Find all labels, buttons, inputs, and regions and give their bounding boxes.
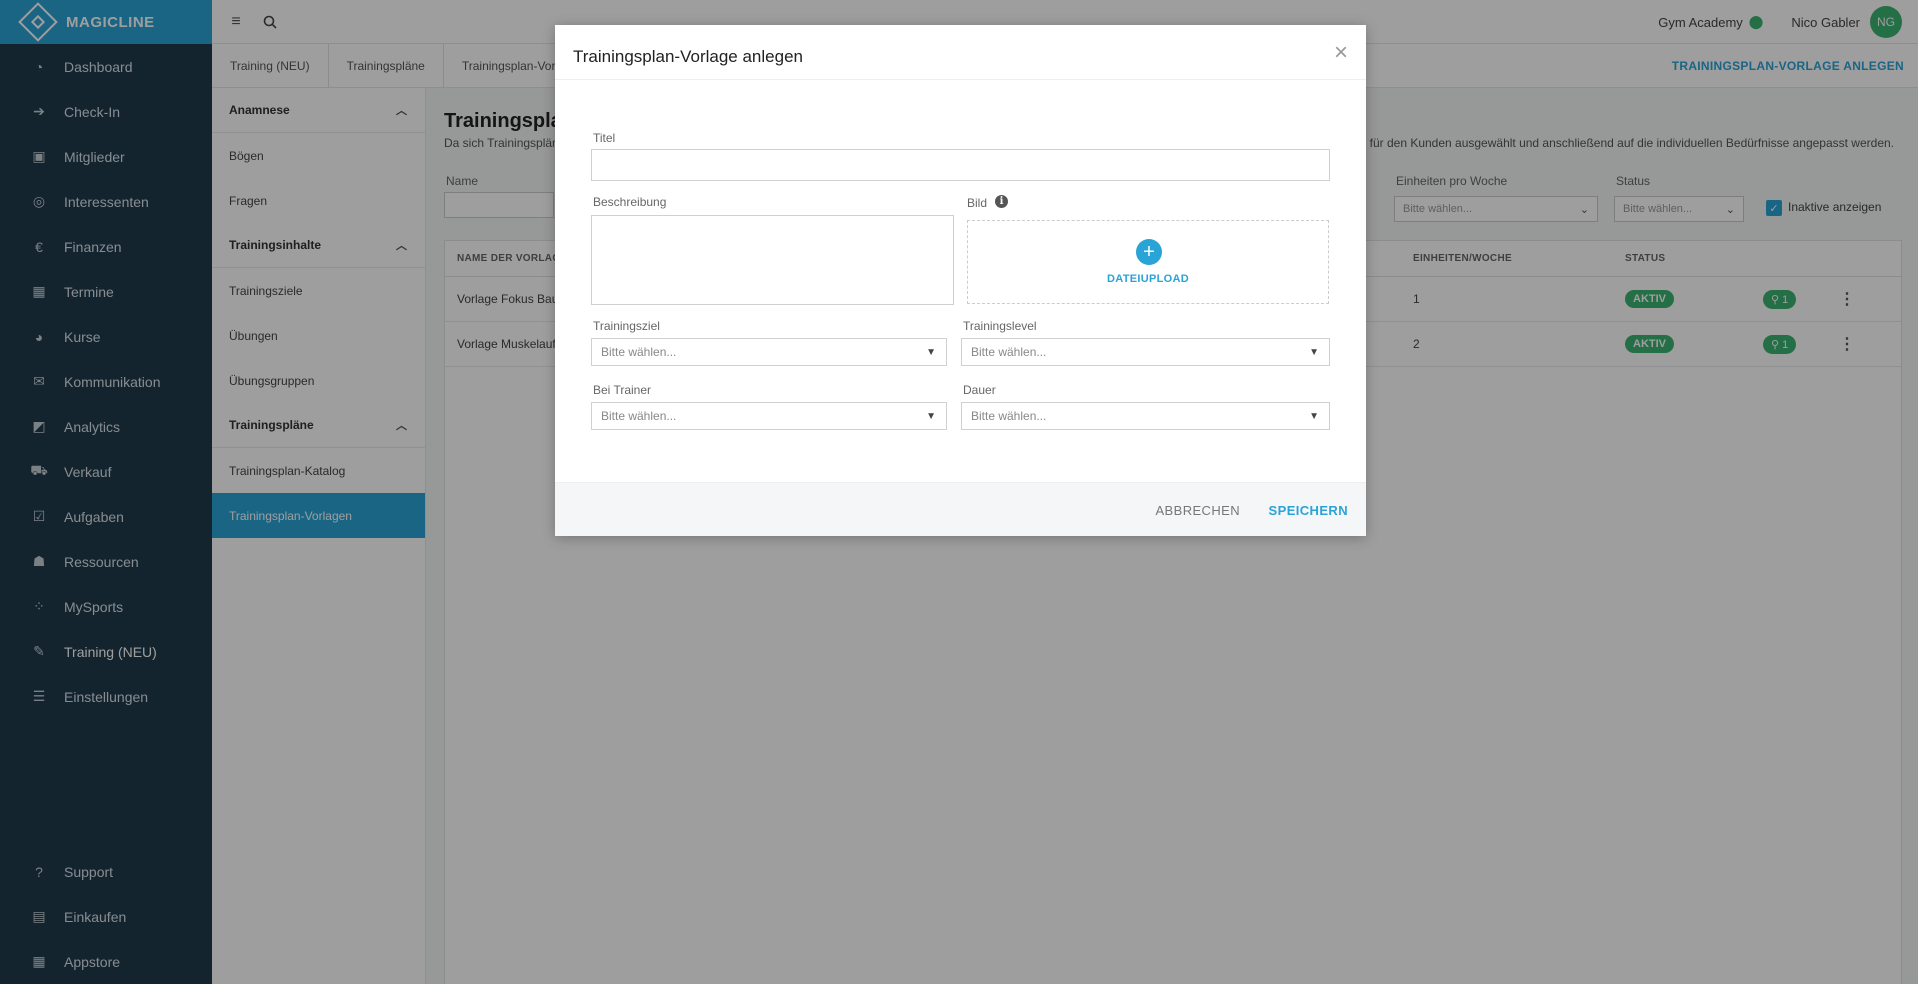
description-textarea[interactable] bbox=[591, 215, 954, 305]
trainer-placeholder: Bitte wählen... bbox=[601, 409, 677, 423]
goal-label: Trainingsziel bbox=[593, 319, 660, 333]
info-icon[interactable]: i bbox=[995, 195, 1008, 208]
trainer-select[interactable]: Bitte wählen... ▼ bbox=[591, 402, 947, 430]
image-dropzone[interactable]: + DATEIUPLOAD bbox=[967, 220, 1329, 304]
close-icon[interactable]: × bbox=[1334, 39, 1348, 67]
modal-header: Trainingsplan-Vorlage anlegen × bbox=[555, 25, 1366, 80]
trainer-label: Bei Trainer bbox=[593, 383, 652, 397]
description-label: Beschreibung bbox=[593, 195, 667, 209]
chevron-down-icon: ▼ bbox=[926, 410, 936, 422]
save-button[interactable]: SPEICHERN bbox=[1269, 503, 1348, 518]
chevron-down-icon: ▼ bbox=[926, 346, 936, 358]
goal-placeholder: Bitte wählen... bbox=[601, 345, 677, 359]
duration-label: Dauer bbox=[963, 383, 996, 397]
chevron-down-icon: ▼ bbox=[1309, 346, 1319, 358]
level-placeholder: Bitte wählen... bbox=[971, 345, 1047, 359]
duration-select[interactable]: Bitte wählen... ▼ bbox=[961, 402, 1330, 430]
goal-select[interactable]: Bitte wählen... ▼ bbox=[591, 338, 947, 366]
title-input[interactable] bbox=[591, 149, 1330, 181]
level-label: Trainingslevel bbox=[963, 319, 1037, 333]
file-upload-button[interactable]: DATEIUPLOAD bbox=[968, 273, 1328, 285]
add-icon[interactable]: + bbox=[1136, 239, 1162, 265]
modal-footer: ABBRECHEN SPEICHERN bbox=[555, 482, 1366, 536]
duration-placeholder: Bitte wählen... bbox=[971, 409, 1047, 423]
level-select[interactable]: Bitte wählen... ▼ bbox=[961, 338, 1330, 366]
image-label: Bild bbox=[967, 196, 988, 210]
create-template-dialog: Trainingsplan-Vorlage anlegen × Titel Be… bbox=[555, 25, 1366, 536]
title-label: Titel bbox=[593, 131, 616, 145]
chevron-down-icon: ▼ bbox=[1309, 410, 1319, 422]
cancel-button[interactable]: ABBRECHEN bbox=[1155, 503, 1240, 518]
modal-title: Trainingsplan-Vorlage anlegen bbox=[573, 47, 803, 66]
